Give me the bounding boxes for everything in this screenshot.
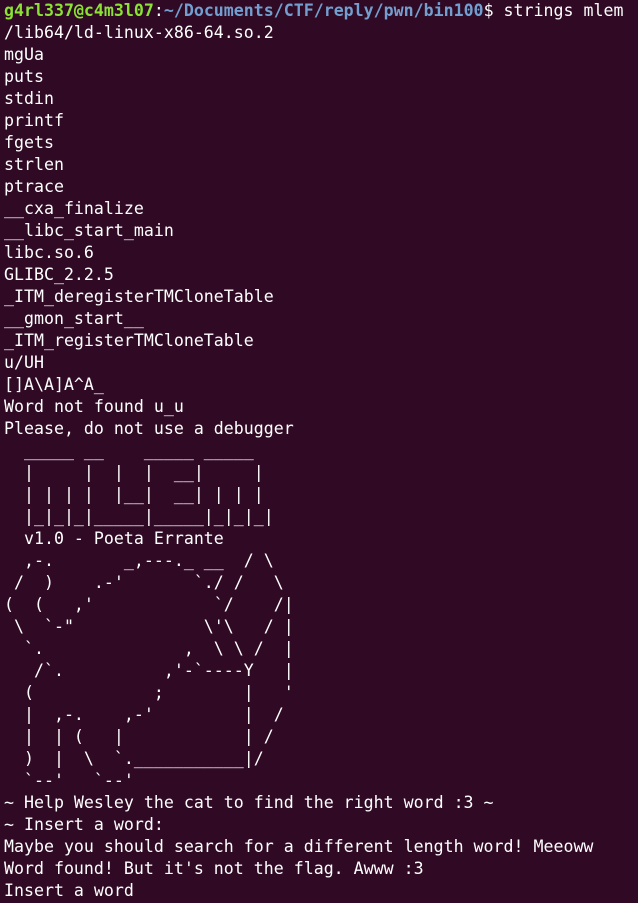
output-line: ~ Insert a word:: [4, 815, 164, 834]
output-line: puts: [4, 67, 44, 86]
command-output: /lib64/ld-linux-x86-64.so.2 mgUa puts stdin…: [4, 22, 638, 902]
output-line: Please, do not use a debugger: [4, 419, 294, 438]
output-line: __libc_start_main: [4, 221, 174, 240]
output-line: ( ; | ': [4, 683, 294, 702]
output-line: GLIBC_2.2.5: [4, 265, 114, 284]
output-line: v1.0 - Poeta Errante: [4, 529, 224, 548]
output-line: | | | | |__| __| | | |: [4, 485, 264, 504]
output-line: _ITM_registerTMCloneTable: [4, 331, 254, 350]
output-line: fgets: [4, 133, 54, 152]
prompt-dollar: $: [483, 1, 504, 20]
output-line: |_|_|_|_____|_____|_|_|_|: [4, 507, 274, 526]
output-line: mgUa: [4, 45, 44, 64]
output-line: ( ( ,' `/ /|: [4, 595, 294, 614]
output-line: printf: [4, 111, 64, 130]
terminal-window[interactable]: g4rl337@c4m3l07:~/Documents/CTF/reply/pw…: [0, 0, 638, 903]
output-line: | ,-. ,-' | /: [4, 705, 284, 724]
output-line: []A\A]A^A_: [4, 375, 104, 394]
output-line: ) | \ `.___________|/: [4, 749, 264, 768]
output-line: libc.so.6: [4, 243, 94, 262]
output-line: strlen: [4, 155, 64, 174]
output-line: Maybe you should search for a different …: [4, 837, 594, 856]
output-line: __gmon_start__: [4, 309, 144, 328]
output-line: | | | | __| |: [4, 463, 264, 482]
output-line: `. , \ \ / |: [4, 639, 294, 658]
prompt-path: ~/Documents/CTF/reply/pwn/bin100: [163, 1, 484, 20]
output-line: /`. ,'-`----Y |: [4, 661, 294, 680]
output-line: Word not found u_u: [4, 397, 184, 416]
output-line: Word found! But it's not the flag. Awww …: [4, 859, 424, 878]
output-line: \ `-" \'\ / |: [4, 617, 294, 636]
output-line: __cxa_finalize: [4, 199, 144, 218]
output-line: `--' `--': [4, 771, 134, 790]
prompt-user-host: g4rl337@c4m3l07: [4, 1, 154, 20]
output-line: stdin: [4, 89, 54, 108]
output-line: Insert a word: [4, 881, 134, 900]
output-line: ~ Help Wesley the cat to find the right …: [4, 793, 494, 812]
output-line: | | ( | | /: [4, 727, 274, 746]
output-line: ptrace: [4, 177, 64, 196]
prompt-line: g4rl337@c4m3l07:~/Documents/CTF/reply/pw…: [4, 0, 638, 22]
output-line: / ) .-' `./ / \: [4, 573, 284, 592]
command-text: strings mlem: [503, 1, 624, 20]
output-line: u/UH: [4, 353, 44, 372]
prompt-separator: :: [153, 1, 164, 20]
output-line: _ITM_deregisterTMCloneTable: [4, 287, 274, 306]
output-line: /lib64/ld-linux-x86-64.so.2: [4, 23, 274, 42]
output-line: ,-. _,---._ __ / \: [4, 551, 274, 570]
output-line: _____ __ _____ _____: [4, 441, 254, 460]
